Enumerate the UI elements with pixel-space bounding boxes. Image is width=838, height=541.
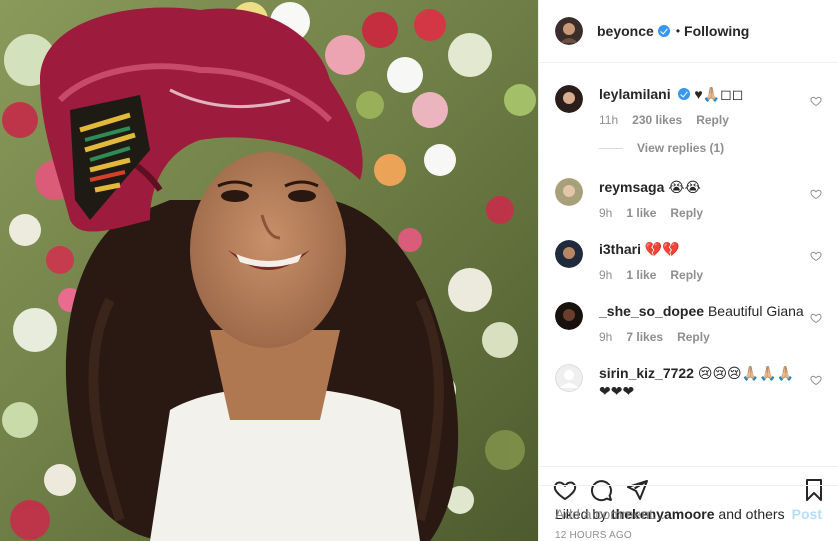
commenter-avatar[interactable] <box>555 364 583 392</box>
comment-item: sirin_kiz_7722 😢😢😢🙏🏼🙏🏼🙏🏼 ❤❤❤ <box>555 364 822 400</box>
commenter-avatar[interactable] <box>555 302 583 330</box>
post-comment-button[interactable]: Post <box>792 506 822 522</box>
author-avatar[interactable] <box>555 17 583 45</box>
photo-illustration <box>0 0 538 541</box>
commenter-username[interactable]: _she_so_dopee <box>599 303 704 319</box>
post-side-panel: beyonce • Following leylamilani ♥🙏🏼◻◻ 11… <box>538 0 838 541</box>
comment-item: reymsaga 😭😭 9h 1 like Reply <box>555 178 822 220</box>
reply-button[interactable]: Reply <box>670 206 703 220</box>
comment-text: Beautiful Giana <box>707 303 804 319</box>
like-comment-heart-icon[interactable] <box>810 95 822 107</box>
comment-item: leylamilani ♥🙏🏼◻◻ 11h 230 likes Reply <box>555 85 822 127</box>
replies-divider <box>599 147 623 149</box>
comment-text: ♥🙏🏼◻◻ <box>694 86 744 102</box>
comment-time[interactable]: 11h <box>599 113 618 127</box>
reply-button[interactable]: Reply <box>696 113 729 127</box>
comment-likes[interactable]: 1 like <box>626 206 656 220</box>
commenter-username[interactable]: reymsaga <box>599 179 664 195</box>
comments-list[interactable]: leylamilani ♥🙏🏼◻◻ 11h 230 likes Reply Vi… <box>539 63 838 466</box>
comment-text-line2: ❤❤❤ <box>599 383 635 399</box>
commenter-avatar[interactable] <box>555 85 583 113</box>
comment-time[interactable]: 9h <box>599 330 612 344</box>
post-photo[interactable] <box>0 0 538 541</box>
reply-button[interactable]: Reply <box>677 330 710 344</box>
verified-badge-icon <box>678 88 691 100</box>
like-comment-heart-icon[interactable] <box>810 188 822 200</box>
comment-input[interactable] <box>555 505 792 522</box>
add-comment-bar: Post <box>539 485 838 541</box>
following-button[interactable]: Following <box>684 23 749 39</box>
comment-text: 😢😢😢🙏🏼🙏🏼🙏🏼 <box>697 365 794 381</box>
comment-likes[interactable]: 7 likes <box>626 330 663 344</box>
commenter-username[interactable]: leylamilani <box>599 86 671 102</box>
commenter-avatar[interactable] <box>555 178 583 206</box>
view-replies-label[interactable]: View replies (1) <box>637 141 724 155</box>
commenter-username[interactable]: i3thari <box>599 241 641 257</box>
comment-time[interactable]: 9h <box>599 268 612 282</box>
post-header: beyonce • Following <box>539 0 838 63</box>
like-comment-heart-icon[interactable] <box>810 250 822 262</box>
comment-time[interactable]: 9h <box>599 206 612 220</box>
comment-likes[interactable]: 1 like <box>626 268 656 282</box>
view-replies-link[interactable]: View replies (1) <box>599 141 724 155</box>
comment-item: i3thari 💔💔 9h 1 like Reply <box>555 240 822 282</box>
reply-button[interactable]: Reply <box>670 268 703 282</box>
author-username[interactable]: beyonce <box>597 23 654 39</box>
commenter-username[interactable]: sirin_kiz_7722 <box>599 365 694 381</box>
comment-likes[interactable]: 230 likes <box>632 113 682 127</box>
instagram-post-modal: beyonce • Following leylamilani ♥🙏🏼◻◻ 11… <box>0 0 838 541</box>
verified-badge-icon <box>657 25 670 37</box>
header-separator: • <box>675 24 681 38</box>
comment-text: 😭😭 <box>668 179 701 195</box>
commenter-avatar[interactable] <box>555 240 583 268</box>
comment-item: _she_so_dopee Beautiful Giana 9h 7 likes… <box>555 302 822 344</box>
like-comment-heart-icon[interactable] <box>810 374 822 386</box>
comment-text: 💔💔 <box>644 241 680 257</box>
like-comment-heart-icon[interactable] <box>810 312 822 324</box>
